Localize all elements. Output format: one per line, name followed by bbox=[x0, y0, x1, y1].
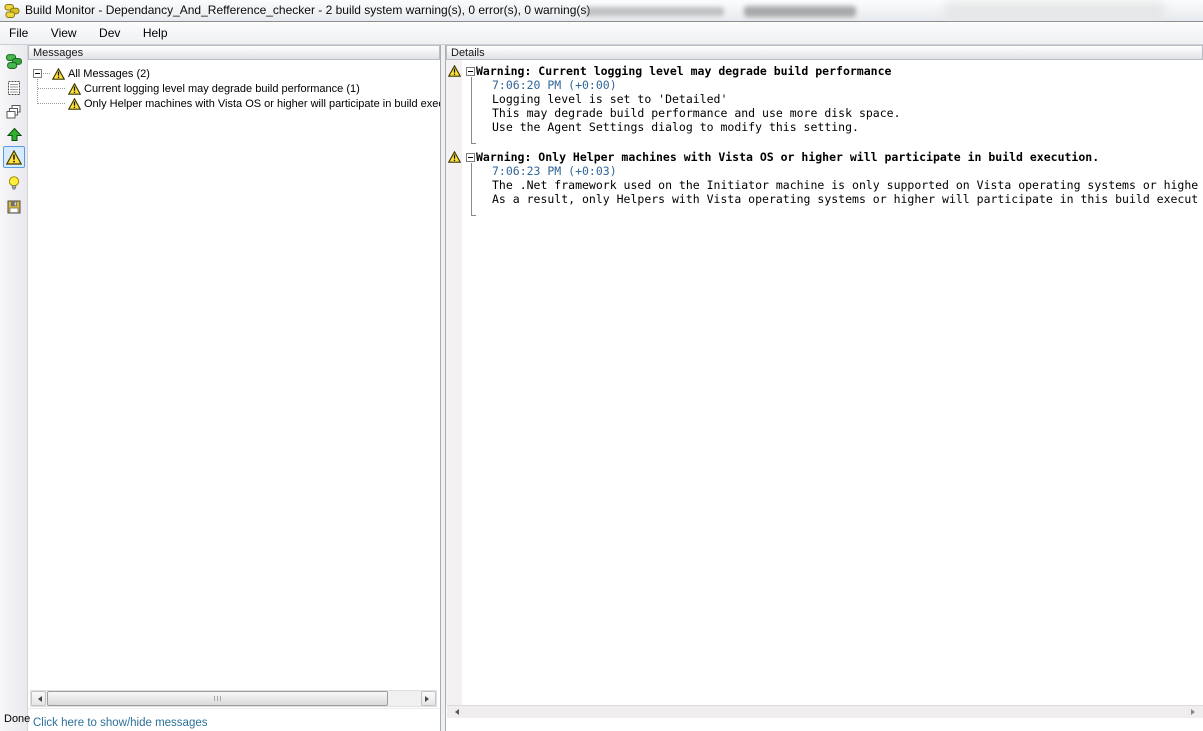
report-icon bbox=[6, 80, 22, 96]
details-content: Warning: Current logging level may degra… bbox=[446, 60, 1203, 705]
detail-line: As a result, only Helpers with Vista ope… bbox=[492, 192, 1203, 206]
menu-dev[interactable]: Dev bbox=[90, 22, 129, 45]
status-text: Done bbox=[4, 713, 30, 725]
background-window-blur bbox=[945, 2, 1165, 17]
app-logo-icon bbox=[4, 3, 20, 19]
left-arrow-icon bbox=[35, 696, 42, 702]
warnings-button[interactable] bbox=[3, 146, 25, 168]
tree-connector-line bbox=[37, 77, 38, 104]
tree-item-label: All Messages (2) bbox=[68, 68, 150, 80]
tree-item-label: Only Helper machines with Vista OS or hi… bbox=[84, 98, 440, 110]
detail-line: The .Net framework used on the Initiator… bbox=[492, 178, 1203, 192]
detail-line: This may degrade build performance and u… bbox=[492, 106, 1203, 120]
timestamp: 7:06:20 PM (+0:00) bbox=[492, 78, 1203, 92]
messages-panel: Messages All Messages (2) Current loggin… bbox=[28, 45, 440, 731]
entry-header: Warning: Only Helper machines with Vista… bbox=[466, 150, 1203, 164]
details-panel-header: Details bbox=[446, 45, 1203, 60]
warning-triangle-icon bbox=[448, 65, 461, 77]
menu-file[interactable]: File bbox=[0, 22, 37, 45]
warning-title: Warning: Current logging level may degra… bbox=[476, 64, 891, 78]
warning-triangle-icon bbox=[448, 151, 461, 163]
redacted-text-blur bbox=[586, 7, 724, 16]
scrollbar-thumb[interactable] bbox=[47, 691, 388, 706]
scrollbar-track[interactable] bbox=[46, 691, 421, 706]
messages-toggle-row: Click here to show/hide messages bbox=[28, 708, 440, 731]
menu-help[interactable]: Help bbox=[134, 22, 177, 45]
tree-connector-line bbox=[38, 103, 65, 104]
title-bar: Build Monitor - Dependancy_And_Refferenc… bbox=[0, 0, 1203, 22]
right-arrow-icon bbox=[1191, 709, 1198, 715]
agent-button[interactable] bbox=[3, 124, 25, 146]
details-panel: Details Warning: Current logging level m… bbox=[446, 45, 1203, 731]
details-entry-2: Warning: Only Helper machines with Vista… bbox=[446, 150, 1203, 206]
tree-item-warning-2[interactable]: Only Helper machines with Vista OS or hi… bbox=[67, 96, 440, 111]
tree-item-label: Current logging level may degrade build … bbox=[84, 83, 360, 95]
timestamp: 7:06:23 PM (+0:03) bbox=[492, 164, 1203, 178]
tree-connector-line bbox=[38, 88, 65, 89]
app-logo-button[interactable] bbox=[3, 50, 25, 72]
tree-item-all-messages[interactable]: All Messages (2) bbox=[33, 66, 150, 81]
scroll-left-button[interactable] bbox=[31, 691, 46, 706]
warning-title: Warning: Only Helper machines with Vista… bbox=[476, 150, 1099, 164]
scroll-right-button[interactable] bbox=[421, 691, 436, 706]
tree-connector-line bbox=[43, 73, 50, 74]
lightbulb-icon bbox=[6, 175, 22, 191]
messages-tree: All Messages (2) Current logging level m… bbox=[28, 60, 440, 690]
collapse-toggle[interactable] bbox=[466, 153, 475, 162]
report-button[interactable] bbox=[3, 77, 25, 99]
left-arrow-icon bbox=[452, 709, 459, 715]
warning-triangle-icon bbox=[6, 150, 22, 165]
messages-horizontal-scrollbar[interactable] bbox=[30, 690, 437, 707]
detail-line: Logging level is set to 'Detailed' bbox=[492, 92, 1203, 106]
window-title: Build Monitor - Dependancy_And_Refferenc… bbox=[25, 0, 590, 22]
detail-line: Use the Agent Settings dialog to modify … bbox=[492, 120, 1203, 134]
show-hide-messages-link[interactable]: Click here to show/hide messages bbox=[33, 717, 208, 729]
warning-triangle-icon bbox=[68, 98, 81, 110]
warning-body: 7:06:23 PM (+0:03) The .Net framework us… bbox=[492, 164, 1203, 206]
right-arrow-icon bbox=[425, 696, 432, 702]
details-horizontal-scrollbar[interactable] bbox=[447, 705, 1203, 718]
warning-triangle-icon bbox=[52, 68, 65, 80]
tips-button[interactable] bbox=[3, 172, 25, 194]
entry-header: Warning: Current logging level may degra… bbox=[466, 64, 1203, 78]
green-up-arrow-icon bbox=[6, 127, 23, 143]
collapse-toggle[interactable] bbox=[33, 69, 42, 78]
save-button[interactable] bbox=[3, 196, 25, 218]
cascade-windows-icon bbox=[6, 104, 22, 120]
menu-bar: File View Dev Help bbox=[0, 22, 1203, 45]
messages-panel-header: Messages bbox=[28, 45, 440, 60]
tree-item-warning-1[interactable]: Current logging level may degrade build … bbox=[67, 81, 360, 96]
details-entry-1: Warning: Current logging level may degra… bbox=[446, 64, 1203, 134]
side-toolbar bbox=[0, 45, 28, 731]
cascade-windows-button[interactable] bbox=[3, 101, 25, 123]
redacted-text-blur bbox=[744, 6, 856, 17]
warning-triangle-icon bbox=[68, 83, 81, 95]
green-blocks-icon bbox=[5, 53, 23, 70]
menu-view[interactable]: View bbox=[42, 22, 86, 45]
warning-body: 7:06:20 PM (+0:00) Logging level is set … bbox=[492, 78, 1203, 134]
collapse-toggle[interactable] bbox=[466, 67, 475, 76]
floppy-disk-icon bbox=[6, 199, 22, 215]
